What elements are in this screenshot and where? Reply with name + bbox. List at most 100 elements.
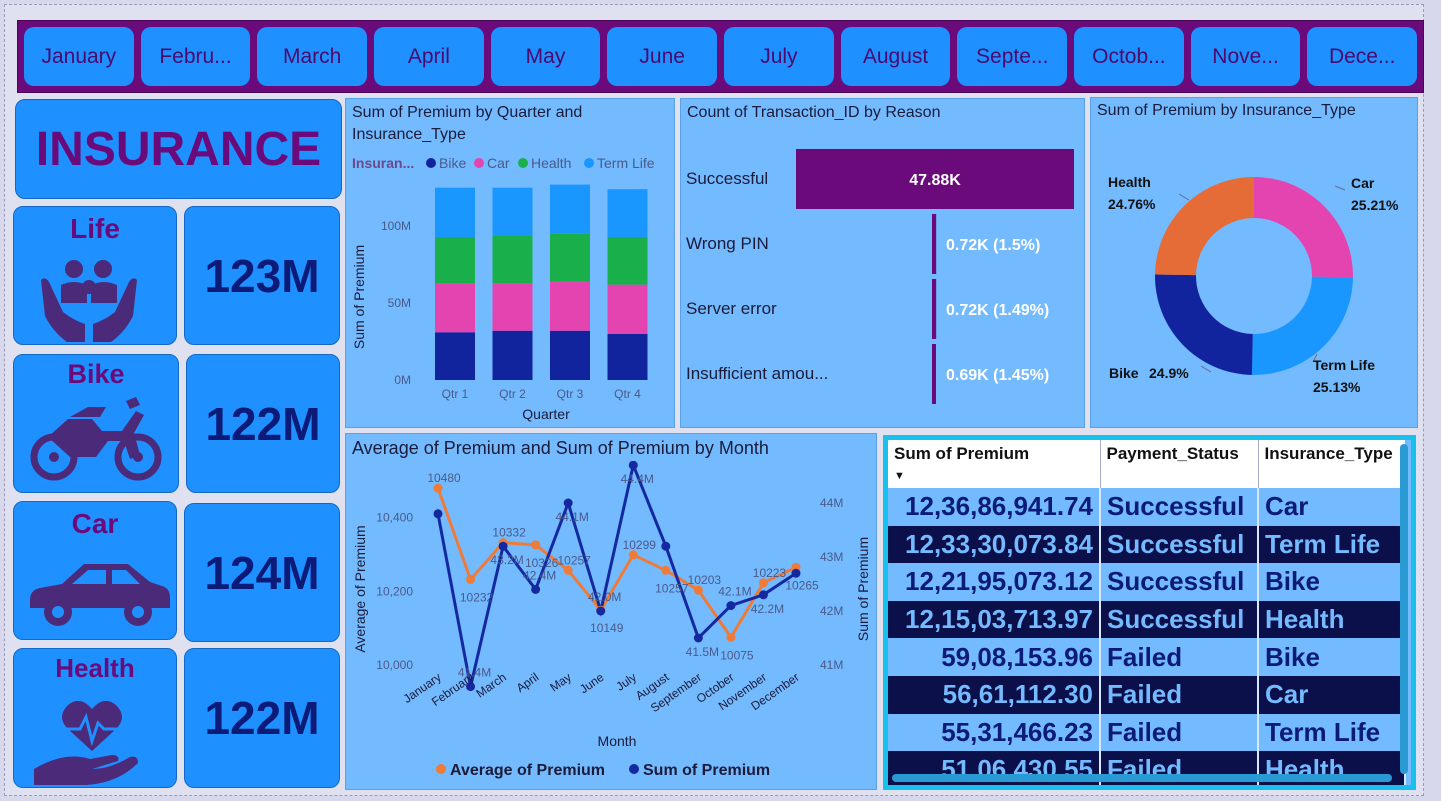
car-kpi-card: 124M bbox=[184, 503, 340, 642]
legend-label: Term Life bbox=[597, 155, 655, 171]
stacked-bar-chart: Insuran... Bike Car Health Term Life 0M 50M 100… bbox=[351, 155, 655, 422]
avg-data-label: 10075 bbox=[720, 648, 754, 662]
bar-segment bbox=[492, 187, 533, 236]
sum-point bbox=[498, 541, 508, 551]
payment-status-cell: Successful bbox=[1100, 525, 1259, 564]
sum-of-premium-cell: 12,21,95,073.12 bbox=[888, 563, 1101, 601]
legend-title: Insuran... bbox=[352, 155, 414, 171]
slice-name: Health bbox=[1108, 174, 1151, 190]
y-tick-label: 50M bbox=[388, 296, 411, 310]
sum-data-label: 43.2M bbox=[490, 553, 523, 567]
x-tick-label: Qtr 4 bbox=[614, 387, 641, 401]
slice-value: 25.13% bbox=[1313, 379, 1361, 395]
bar-segment bbox=[435, 332, 475, 380]
car-icon bbox=[30, 564, 170, 626]
donut-panel: Sum of Premium by Insurance_Type Car 25.2… bbox=[1090, 97, 1418, 428]
horizontal-scrollbar[interactable] bbox=[892, 774, 1392, 782]
table-row[interactable]: 55,31,466.23 Failed Term Life bbox=[888, 713, 1406, 752]
col-header-insurance-type[interactable]: Insurance_Type bbox=[1258, 440, 1406, 488]
right-tick-label: 43M bbox=[820, 550, 843, 564]
sum-of-premium-cell: 12,33,30,073.84 bbox=[888, 525, 1101, 564]
month-button[interactable]: March bbox=[257, 27, 368, 86]
bar-segment bbox=[607, 236, 648, 285]
legend-marker bbox=[474, 158, 484, 168]
right-tick-label: 41M bbox=[820, 658, 843, 672]
x-axis-title: Month bbox=[598, 733, 637, 749]
sum-point bbox=[791, 568, 801, 578]
data-label: 0.69K (1.45%) bbox=[946, 367, 1049, 384]
page-title: INSURANCE bbox=[35, 123, 322, 176]
col-header-payment-status[interactable]: Payment_Status bbox=[1100, 440, 1259, 488]
sum-data-label: 44.1M bbox=[556, 510, 589, 524]
legend-label: Bike bbox=[439, 155, 466, 171]
family-care-icon bbox=[41, 260, 137, 342]
sort-desc-icon[interactable]: ▼ bbox=[894, 470, 905, 482]
payment-status-cell: Successful bbox=[1100, 563, 1259, 601]
month-tick-label: May bbox=[547, 670, 574, 694]
table-row[interactable]: 12,21,95,073.12 Successful Bike bbox=[888, 563, 1406, 601]
month-tick-label: June bbox=[577, 670, 607, 697]
stacked-bar-panel: Sum of Premium by Quarter and Insurance_… bbox=[345, 98, 675, 428]
life-label: Life bbox=[70, 213, 120, 244]
premium-table-visual: Sum of Premium ▼ Payment_Status Insurance… bbox=[883, 435, 1416, 790]
bar-segment bbox=[607, 189, 648, 237]
table-row[interactable]: 59,08,153.96 Failed Bike bbox=[888, 638, 1406, 676]
insurance-type-cell: Bike bbox=[1258, 638, 1406, 676]
right-axis-title: Sum of Premium bbox=[855, 537, 871, 641]
sum-point bbox=[433, 509, 443, 519]
month-button[interactable]: August bbox=[840, 27, 951, 86]
reason-label: Insufficient amou... bbox=[686, 364, 828, 383]
slice-name: Car bbox=[1351, 175, 1375, 191]
right-tick-label: 44M bbox=[820, 496, 843, 510]
health-kpi-value: 122M bbox=[204, 692, 320, 744]
legend-marker bbox=[584, 158, 594, 168]
right-tick-label: 42M bbox=[820, 604, 843, 618]
slice-value: 24.76% bbox=[1108, 196, 1156, 212]
month-button[interactable]: Septe... bbox=[957, 27, 1068, 86]
sum-point bbox=[531, 584, 541, 594]
sum-data-label: 44.4M bbox=[621, 472, 654, 486]
table-row[interactable]: 12,15,03,713.97 Successful Health bbox=[888, 600, 1406, 639]
bike-label: Bike bbox=[67, 359, 125, 389]
bar-segment bbox=[492, 283, 533, 331]
avg-data-label: 10299 bbox=[623, 538, 657, 552]
month-button[interactable]: Febru... bbox=[140, 27, 251, 86]
month-button[interactable]: July bbox=[724, 27, 834, 86]
table-row[interactable]: 56,61,112.30 Failed Car bbox=[888, 675, 1406, 714]
left-tick-label: 10,400 bbox=[376, 511, 413, 525]
y-tick-label: 0M bbox=[394, 373, 411, 387]
donut-slice bbox=[1155, 274, 1253, 375]
life-kpi-value: 123M bbox=[204, 249, 320, 302]
month-button[interactable]: June bbox=[607, 27, 718, 86]
slice-name: Bike bbox=[1109, 365, 1139, 381]
bar-segment bbox=[435, 236, 475, 284]
col-header-sum-of-premium[interactable]: Sum of Premium ▼ bbox=[888, 440, 1101, 488]
bike-label-tile: Bike bbox=[13, 354, 179, 493]
x-tick-label: Qtr 1 bbox=[442, 387, 469, 401]
month-button[interactable]: Dece... bbox=[1307, 27, 1418, 86]
month-button[interactable]: April bbox=[374, 27, 484, 86]
line-chart-panel: Average of Premium and Sum of Premium by… bbox=[345, 433, 877, 790]
month-button[interactable]: May bbox=[490, 27, 601, 86]
sum-point bbox=[563, 498, 573, 508]
legend-label: Health bbox=[531, 155, 571, 171]
leader-line bbox=[1334, 185, 1346, 191]
month-button[interactable]: Octob... bbox=[1074, 27, 1184, 86]
payment-status-cell: Failed bbox=[1100, 638, 1259, 676]
health-kpi-card: 122M bbox=[184, 648, 340, 788]
sum-point bbox=[661, 541, 671, 551]
legend-marker bbox=[518, 158, 528, 168]
table-row[interactable]: 12,33,30,073.84 Successful Term Life bbox=[888, 525, 1406, 564]
slice-value: 25.21% bbox=[1351, 197, 1399, 213]
table-row[interactable]: 12,36,86,941.74 Successful Car bbox=[888, 488, 1406, 526]
left-axis-title: Average of Premium bbox=[352, 525, 368, 652]
combo-line-chart: 10,000 10,200 10,400 41M 42M 43M 44M Average of… bbox=[352, 461, 871, 779]
sum-data-label: 42.1M bbox=[718, 585, 751, 599]
month-button[interactable]: Nove... bbox=[1190, 27, 1301, 86]
car-label-tile: Car bbox=[13, 501, 177, 640]
month-button[interactable]: January bbox=[24, 27, 134, 86]
avg-data-label: 10223 bbox=[753, 566, 787, 580]
vertical-scrollbar[interactable] bbox=[1400, 444, 1408, 774]
sum-of-premium-cell: 59,08,153.96 bbox=[888, 638, 1101, 676]
reason-label: Successful bbox=[686, 169, 768, 188]
